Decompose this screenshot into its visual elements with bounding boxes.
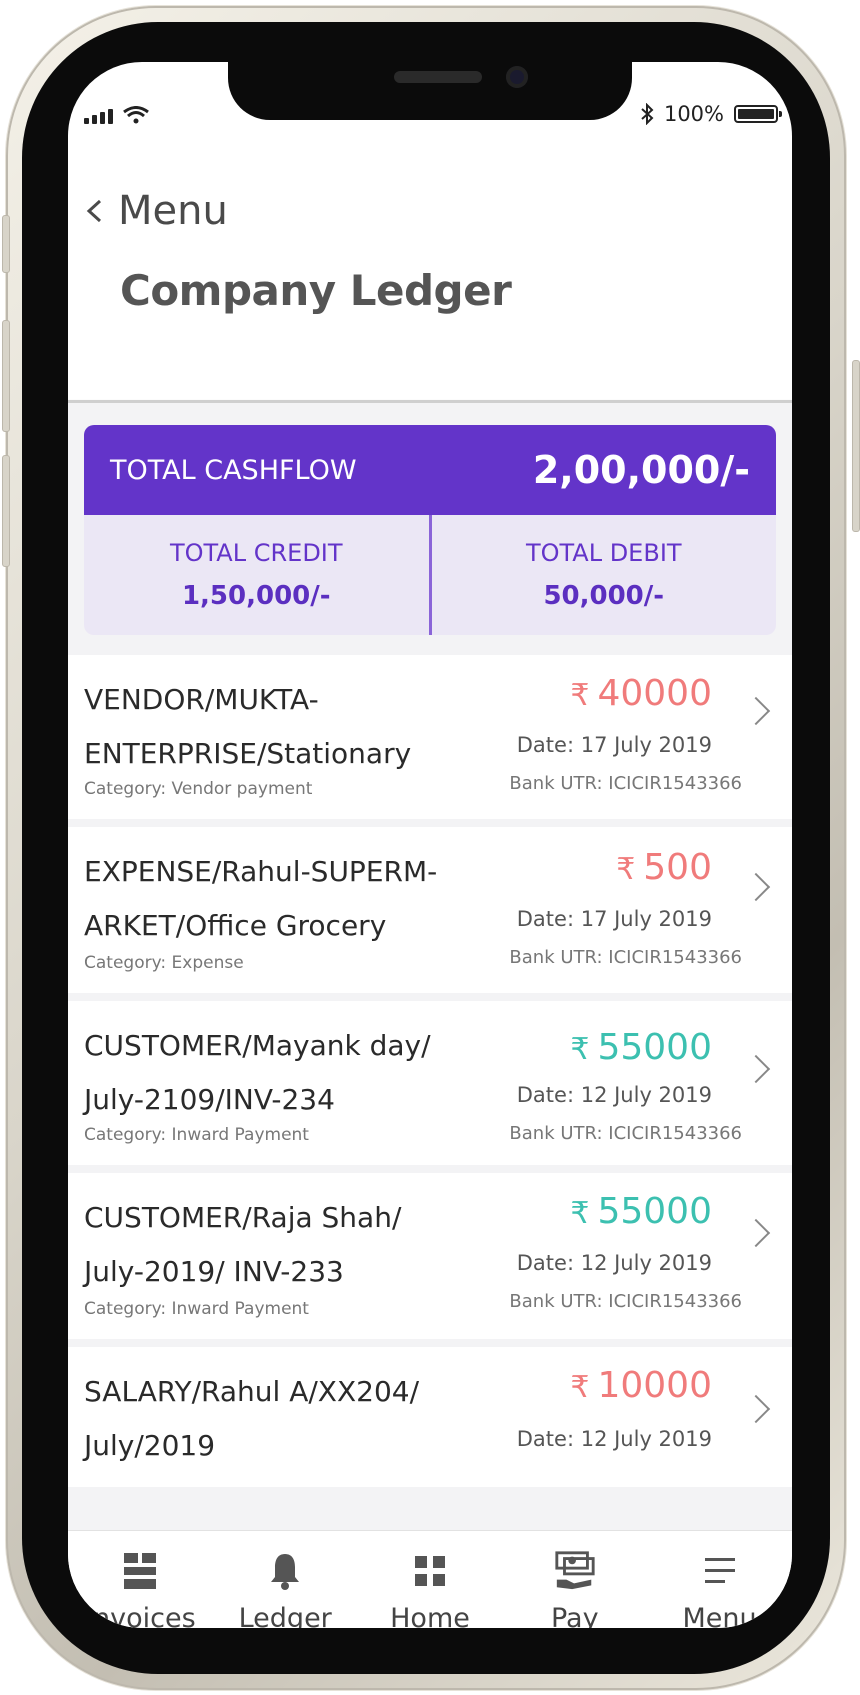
wifi-icon [123, 106, 149, 124]
title-line-1: SALARY/Rahul A/XX204/ [84, 1375, 420, 1408]
tab-home[interactable]: Home [358, 1531, 503, 1628]
total-debit-value: 50,000/- [543, 581, 665, 611]
transaction-date: Date: 12 July 2019 [516, 1083, 712, 1107]
transaction-title: SALARY/Rahul A/XX204/ July/2019 [84, 1365, 444, 1473]
power-button [852, 360, 860, 532]
pay-icon [553, 1549, 597, 1593]
transaction-row[interactable]: CUSTOMER/Raja Shah/ July-2019/ INV-233 C… [68, 1173, 792, 1339]
transaction-title: VENDOR/MUKTA- ENTERPRISE/Stationary [84, 673, 444, 781]
title-line-2: ENTERPRISE/Stationary [84, 737, 412, 770]
title-line-2: July/2019 [84, 1429, 216, 1462]
rupee-icon: ₹ [570, 678, 590, 713]
transaction-category: Category: Expense [84, 953, 244, 973]
bluetooth-icon [641, 103, 654, 125]
amount-value: 55000 [597, 1191, 712, 1232]
silent-switch [2, 215, 10, 273]
transaction-date: Date: 12 July 2019 [516, 1251, 712, 1275]
tab-label: Pay [550, 1603, 599, 1628]
title-line-1: CUSTOMER/Mayank day/ [84, 1029, 431, 1062]
bell-icon [263, 1549, 307, 1593]
transaction-amount: ₹55000 [570, 1191, 712, 1232]
rupee-icon: ₹ [570, 1370, 590, 1405]
total-debit-label: TOTAL DEBIT [525, 539, 682, 567]
total-cashflow-label: TOTAL CASHFLOW [110, 454, 357, 486]
total-credit-value: 1,50,000/- [181, 581, 331, 611]
transaction-amount: ₹40000 [570, 673, 712, 714]
page-title: Company Ledger [120, 266, 512, 315]
volume-up-button [2, 320, 10, 432]
invoices-icon [118, 1549, 162, 1593]
header: Menu Company Ledger [68, 138, 792, 403]
chevron-right-icon [741, 696, 771, 726]
transaction-title: CUSTOMER/Mayank day/ July-2109/INV-234 [84, 1019, 444, 1127]
chevron-right-icon [741, 1218, 771, 1248]
chevron-right-icon [741, 1394, 771, 1424]
amount-value: 10000 [597, 1365, 712, 1406]
title-line-2: July-2109/INV-234 [84, 1083, 335, 1116]
total-cashflow-value: 2,00,000/- [532, 448, 750, 492]
transaction-date: Date: 17 July 2019 [516, 733, 712, 757]
battery-icon [734, 105, 782, 123]
chevron-left-icon [86, 199, 102, 223]
title-line-1: EXPENSE/Rahul-SUPERM- [84, 855, 438, 888]
rupee-icon: ₹ [616, 852, 636, 887]
menu-icon [698, 1549, 742, 1593]
tab-ledger[interactable]: Ledger [213, 1531, 358, 1628]
title-line-1: VENDOR/MUKTA- [84, 683, 319, 716]
tab-label: Home [390, 1603, 470, 1628]
signal-icon [84, 109, 113, 124]
total-debit-block: TOTAL DEBIT 50,000/- [432, 515, 777, 635]
transaction-amount: ₹55000 [570, 1027, 712, 1068]
rupee-icon: ₹ [570, 1196, 590, 1231]
transaction-title: CUSTOMER/Raja Shah/ July-2019/ INV-233 [84, 1191, 444, 1299]
transaction-date: Date: 12 July 2019 [516, 1427, 712, 1451]
battery-percent: 100% [663, 102, 724, 126]
credit-debit-summary: TOTAL CREDIT 1,50,000/- TOTAL DEBIT 50,0… [84, 515, 776, 635]
volume-down-button [2, 455, 10, 567]
rupee-icon: ₹ [570, 1032, 590, 1067]
transaction-title: EXPENSE/Rahul-SUPERM- ARKET/Office Groce… [84, 845, 444, 953]
amount-value: 55000 [597, 1027, 712, 1068]
notch [228, 62, 632, 120]
transaction-amount: ₹10000 [570, 1365, 712, 1406]
tab-label: Menu [682, 1603, 757, 1628]
title-line-1: CUSTOMER/Raja Shah/ [84, 1201, 402, 1234]
phone-screen: 100% Menu Company Ledger TOTAL CASHFLOW … [68, 62, 792, 1628]
tab-menu[interactable]: Menu [647, 1531, 792, 1628]
tab-pay[interactable]: Pay [502, 1531, 647, 1628]
transaction-utr: Bank UTR: ICICIR1543366 [509, 1123, 742, 1144]
transaction-utr: Bank UTR: ICICIR1543366 [509, 773, 742, 794]
bottom-tab-bar: Invoices Ledger Home Pay Menu [68, 1530, 792, 1628]
grid-icon [408, 1549, 452, 1593]
transaction-utr: Bank UTR: ICICIR1543366 [509, 947, 742, 968]
title-line-2: ARKET/Office Grocery [84, 909, 387, 942]
transaction-row[interactable]: CUSTOMER/Mayank day/ July-2109/INV-234 C… [68, 1001, 792, 1165]
back-button[interactable]: Menu [86, 188, 228, 234]
chevron-right-icon [741, 872, 771, 902]
amount-value: 40000 [597, 673, 712, 714]
transaction-amount: ₹500 [616, 847, 712, 888]
front-camera [506, 66, 528, 88]
speaker-grille [394, 71, 482, 83]
chevron-right-icon [741, 1054, 771, 1084]
title-line-2: July-2019/ INV-233 [84, 1255, 344, 1288]
cashflow-card: TOTAL CASHFLOW 2,00,000/- TOTAL CREDIT 1… [84, 425, 776, 635]
total-credit-block: TOTAL CREDIT 1,50,000/- [84, 515, 429, 635]
transaction-date: Date: 17 July 2019 [516, 907, 712, 931]
transaction-row[interactable]: VENDOR/MUKTA- ENTERPRISE/Stationary Cate… [68, 655, 792, 819]
back-label: Menu [118, 188, 228, 234]
transaction-category: Category: Vendor payment [84, 779, 313, 799]
transaction-row[interactable]: SALARY/Rahul A/XX204/ July/2019 ₹10000 D… [68, 1347, 792, 1487]
tab-invoices[interactable]: Invoices [68, 1531, 213, 1628]
transaction-list: VENDOR/MUKTA- ENTERPRISE/Stationary Cate… [68, 655, 792, 1495]
tab-label: Invoices [85, 1603, 196, 1628]
amount-value: 500 [643, 847, 712, 888]
tab-label: Ledger [238, 1603, 332, 1628]
cashflow-summary: TOTAL CASHFLOW 2,00,000/- [84, 425, 776, 515]
transaction-category: Category: Inward Payment [84, 1125, 309, 1145]
transaction-row[interactable]: EXPENSE/Rahul-SUPERM- ARKET/Office Groce… [68, 827, 792, 993]
total-credit-label: TOTAL CREDIT [169, 539, 343, 567]
transaction-utr: Bank UTR: ICICIR1543366 [509, 1291, 742, 1312]
transaction-category: Category: Inward Payment [84, 1299, 309, 1319]
